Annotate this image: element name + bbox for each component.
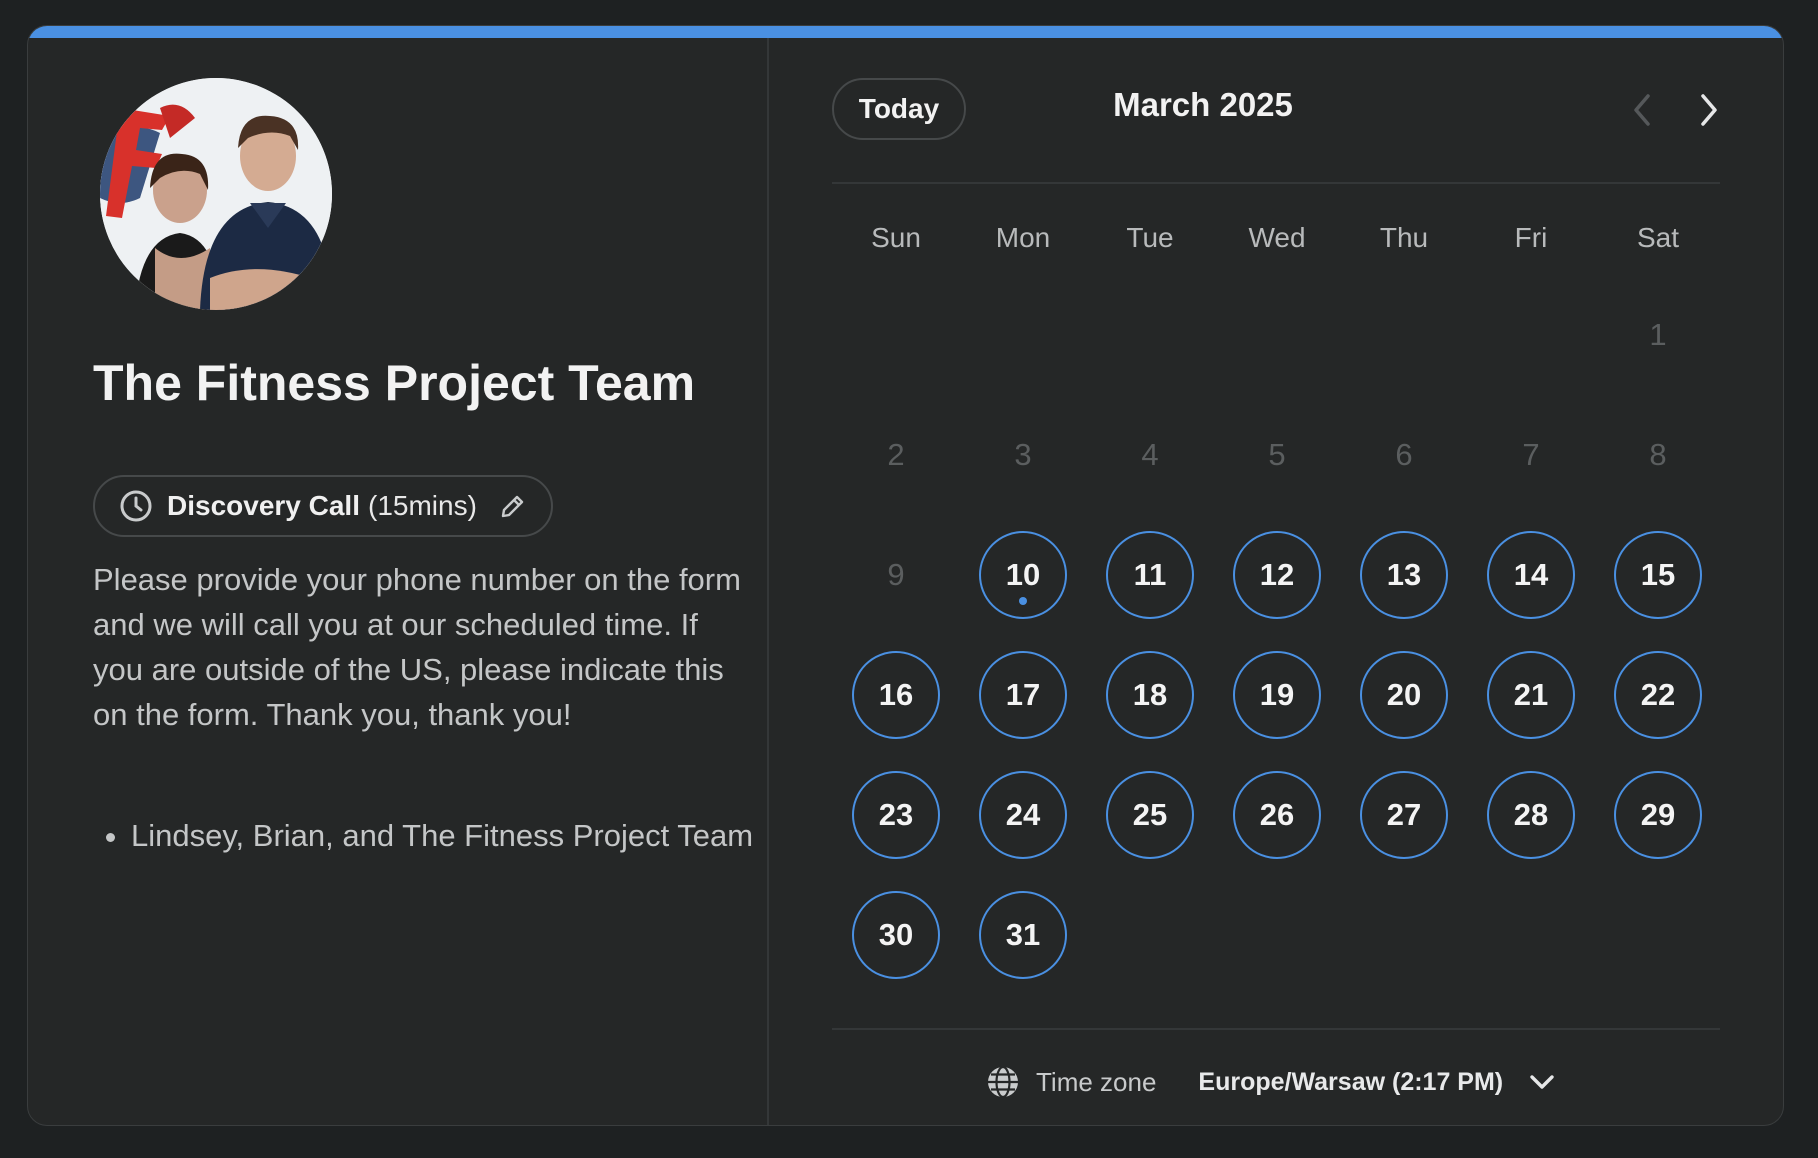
event-description: Please provide your phone number on the … xyxy=(93,562,741,732)
weekday-fri: Fri xyxy=(1514,222,1548,253)
team-avatar xyxy=(100,78,332,310)
chevron-left-icon xyxy=(1634,94,1650,126)
calendar-day-13[interactable]: 13 xyxy=(1360,531,1448,619)
calendar-day-28[interactable]: 28 xyxy=(1487,771,1575,859)
calendar-day-25[interactable]: 25 xyxy=(1106,771,1194,859)
calendar-day-22[interactable]: 22 xyxy=(1614,651,1702,739)
calendar-day-1: 1 xyxy=(1649,317,1667,352)
calendar-day-11[interactable]: 11 xyxy=(1106,531,1194,619)
weekday-mon: Mon xyxy=(995,222,1051,253)
calendar-day-4: 4 xyxy=(1141,437,1159,472)
calendar-day-31[interactable]: 31 xyxy=(979,891,1067,979)
timezone-label: Time zone xyxy=(1036,1066,1157,1097)
month-title: March 2025 xyxy=(1113,86,1293,123)
calendar-day-17[interactable]: 17 xyxy=(979,651,1067,739)
weekday-wed: Wed xyxy=(1248,222,1306,253)
calendar-day-26[interactable]: 26 xyxy=(1233,771,1321,859)
calendar-day-29[interactable]: 29 xyxy=(1614,771,1702,859)
booking-card: The Fitness Project Team Discovery Call … xyxy=(27,25,1784,1126)
calendar-day-2: 2 xyxy=(887,437,905,472)
calendar-day-3: 3 xyxy=(1014,437,1032,472)
calendar-day-16[interactable]: 16 xyxy=(852,651,940,739)
today-button[interactable]: Today xyxy=(832,78,966,140)
chevron-right-icon xyxy=(1701,94,1717,126)
clock-icon xyxy=(120,490,152,522)
page-title: The Fitness Project Team xyxy=(93,355,696,411)
calendar-day-5: 5 xyxy=(1268,437,1286,472)
pencil-icon[interactable] xyxy=(499,492,527,520)
calendar-day-19[interactable]: 19 xyxy=(1233,651,1321,739)
timezone-selector[interactable]: Time zone Europe/Warsaw (2:17 PM) xyxy=(986,1062,1557,1102)
calendar-day-18[interactable]: 18 xyxy=(1106,651,1194,739)
panel-divider xyxy=(767,38,769,1125)
signature-list: Lindsey, Brian, and The Fitness Project … xyxy=(93,813,771,858)
weekday-sun: Sun xyxy=(871,222,921,253)
calendar-day-24[interactable]: 24 xyxy=(979,771,1067,859)
calendar-day-30[interactable]: 30 xyxy=(852,891,940,979)
accent-bar xyxy=(28,26,1783,38)
calendar-day-14[interactable]: 14 xyxy=(1487,531,1575,619)
event-type-chip[interactable]: Discovery Call (15mins) xyxy=(93,475,553,537)
chevron-down-icon xyxy=(1530,1075,1554,1089)
event-duration: (15mins) xyxy=(368,490,477,521)
weekday-thu: Thu xyxy=(1379,222,1429,253)
weekday-tue: Tue xyxy=(1126,222,1174,253)
calendar-header-divider xyxy=(832,182,1720,184)
calendar-day-10[interactable]: 10 xyxy=(979,531,1067,619)
calendar-day-8: 8 xyxy=(1649,437,1667,472)
globe-icon xyxy=(988,1065,1018,1099)
timezone-value: Europe/Warsaw (2:17 PM) xyxy=(1198,1067,1504,1096)
next-month-button[interactable] xyxy=(1689,90,1729,130)
today-indicator xyxy=(1019,597,1027,605)
calendar-day-9: 9 xyxy=(887,557,905,592)
calendar-day-12[interactable]: 12 xyxy=(1233,531,1321,619)
calendar-day-6: 6 xyxy=(1395,437,1413,472)
weekday-sat: Sat xyxy=(1636,222,1680,253)
calendar-day-15[interactable]: 15 xyxy=(1614,531,1702,619)
calendar-day-21[interactable]: 21 xyxy=(1487,651,1575,739)
calendar-day-23[interactable]: 23 xyxy=(852,771,940,859)
calendar-day-7: 7 xyxy=(1522,437,1540,472)
list-item: Lindsey, Brian, and The Fitness Project … xyxy=(131,813,771,858)
calendar-footer-divider xyxy=(832,1028,1720,1030)
calendar-day-27[interactable]: 27 xyxy=(1360,771,1448,859)
event-name: Discovery Call xyxy=(167,490,360,521)
previous-month-button[interactable] xyxy=(1622,90,1662,130)
calendar-day-20[interactable]: 20 xyxy=(1360,651,1448,739)
